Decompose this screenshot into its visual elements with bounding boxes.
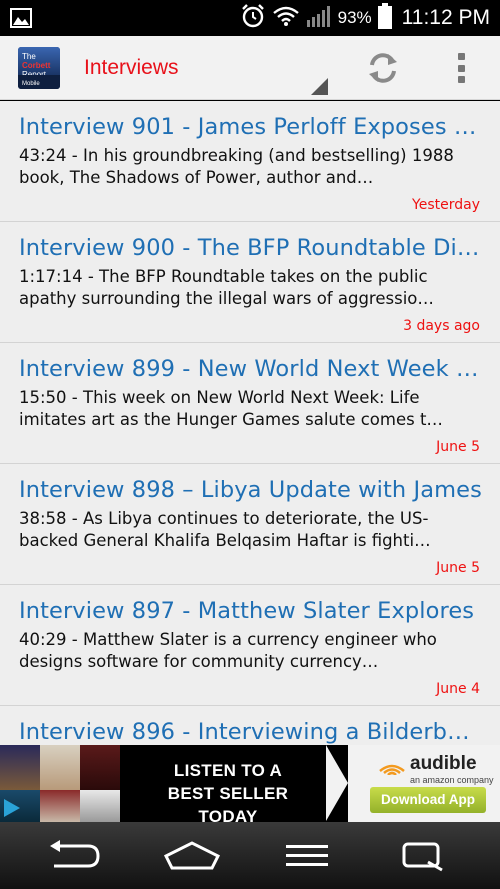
item-date: June 4: [436, 681, 480, 697]
list-item[interactable]: Interview 900 - The BFP Roundtable Discu…: [0, 222, 500, 343]
audible-brand: audible: [410, 753, 477, 774]
image-notification-icon: [10, 8, 32, 28]
ad-brand-panel: audible an amazon company Download App: [348, 745, 500, 822]
nav-bar: [0, 822, 500, 889]
app-logo[interactable]: The Corbett Report Mobile: [18, 47, 60, 89]
item-title: Interview 897 - Matthew Slater Explores: [19, 598, 475, 624]
action-bar: The Corbett Report Mobile Interviews: [0, 36, 500, 100]
status-bar: 93% 11:12 PM: [0, 0, 500, 36]
recent-apps-icon[interactable]: [398, 840, 458, 872]
list-item[interactable]: Interview 898 – Libya Update with James …: [0, 464, 500, 585]
audible-wave-icon: [379, 764, 405, 775]
item-summary: 38:58 - As Libya continues to deteriorat…: [19, 509, 431, 550]
item-summary: 43:24 - In his groundbreaking (and bests…: [19, 146, 454, 187]
signal-icon: [306, 4, 332, 32]
audible-sub: an amazon company: [410, 775, 494, 785]
item-title: Interview 899 - New World Next Week with: [19, 356, 482, 382]
battery-icon: [377, 3, 392, 33]
interview-list: Interview 901 - James Perloff Exposes th…: [0, 101, 500, 745]
home-icon[interactable]: [162, 840, 222, 872]
status-time: 11:12 PM: [401, 6, 490, 29]
list-item[interactable]: Interview 899 - New World Next Week with…: [0, 343, 500, 464]
list-item[interactable]: Interview 896 - Interviewing a Bilderber…: [0, 706, 500, 745]
item-date: June 5: [436, 439, 480, 455]
item-title: Interview 898 – Libya Update with James: [19, 477, 482, 503]
back-icon[interactable]: [46, 840, 106, 872]
battery-percent: 93%: [337, 8, 372, 27]
item-date: June 5: [436, 560, 480, 576]
item-date: Yesterday: [412, 197, 480, 213]
menu-icon[interactable]: [282, 840, 342, 872]
page-title[interactable]: Interviews: [84, 56, 179, 80]
item-summary: 1:17:14 - The BFP Roundtable takes on th…: [19, 267, 434, 308]
item-title: Interview 896 - Interviewing a Bilderber…: [19, 719, 482, 745]
item-summary: 15:50 - This week on New World Next Week…: [19, 388, 443, 429]
audible-logo: audible an amazon company: [378, 753, 494, 785]
item-title: Interview 900 - The BFP Roundtable Discu…: [19, 235, 482, 261]
ad-headline: LISTEN TO A BEST SELLER TODAY: [167, 761, 289, 822]
refresh-icon[interactable]: [366, 51, 400, 85]
list-item[interactable]: Interview 897 - Matthew Slater Explores …: [0, 585, 500, 706]
alarm-icon: [240, 3, 266, 33]
ad-banner[interactable]: LISTEN TO A BEST SELLER TODAY audible an…: [0, 745, 500, 822]
ad-divider-arrow: [326, 745, 348, 821]
item-date: 3 days ago: [403, 318, 480, 334]
overflow-menu-icon[interactable]: [455, 53, 467, 83]
item-title: Interview 901 - James Perloff Exposes th…: [19, 114, 482, 140]
item-summary: 40:29 - Matthew Slater is a currency eng…: [19, 630, 437, 671]
ad-book-covers: [0, 745, 120, 822]
download-app-button[interactable]: Download App: [370, 787, 486, 813]
wifi-icon: [272, 5, 300, 31]
list-item[interactable]: Interview 901 - James Perloff Exposes th…: [0, 101, 500, 222]
dropdown-indicator-icon[interactable]: [311, 78, 328, 95]
